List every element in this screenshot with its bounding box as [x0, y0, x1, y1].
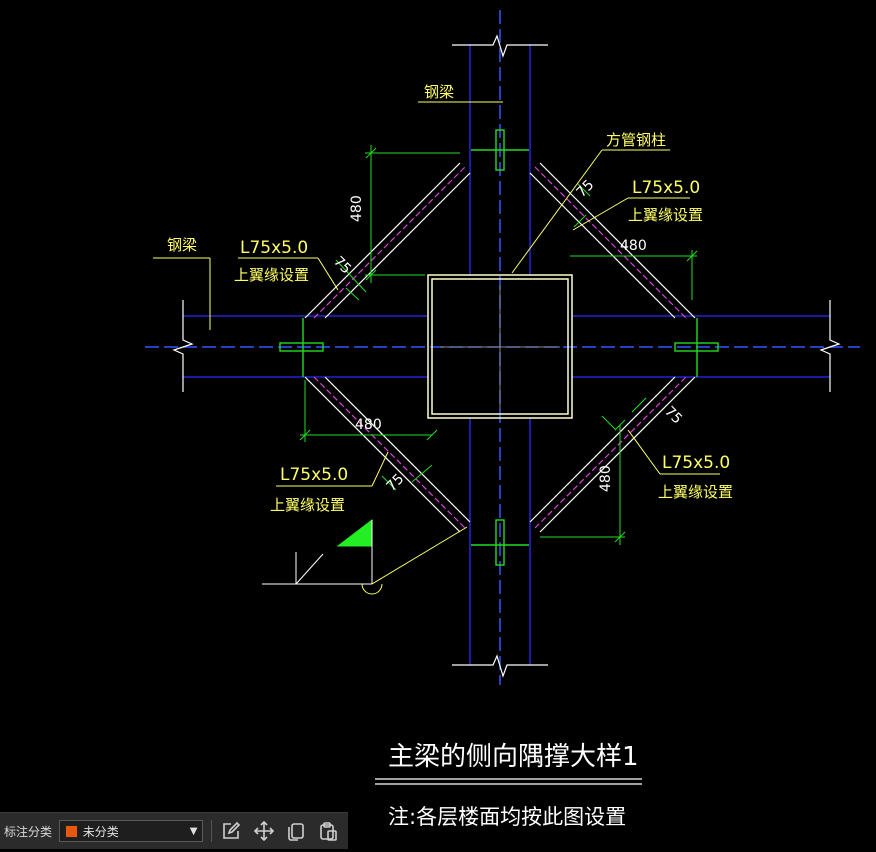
label-flange-tr: 上翼缘设置: [628, 206, 703, 224]
label-flange-l: 上翼缘设置: [234, 266, 309, 284]
label-steel-beam-left: 钢梁: [167, 236, 197, 254]
paste-icon[interactable]: [316, 818, 341, 844]
category-selected-value: 未分类: [82, 824, 119, 839]
move-icon[interactable]: [251, 818, 276, 844]
dim-75-bl: 75: [384, 471, 408, 495]
edit-icon[interactable]: [218, 818, 243, 844]
annotation-category-select[interactable]: 未分类 ▼: [58, 820, 204, 842]
copy-icon[interactable]: [283, 818, 308, 844]
dim-480-br: 480: [598, 465, 614, 492]
label-flange-bl: 上翼缘设置: [270, 496, 345, 514]
leader-lines: [153, 101, 720, 487]
steel-beams: [183, 45, 830, 665]
label-angle-bl: L75x5.0: [280, 465, 348, 485]
annotation-category-label: 标注分类: [4, 824, 53, 839]
label-flange-br: 上翼缘设置: [658, 483, 733, 501]
chevron-down-icon: ▼: [189, 825, 198, 837]
label-steel-beam-top: 钢梁: [424, 83, 454, 101]
dim-480-tl: 480: [349, 195, 365, 222]
break-symbols: [172, 34, 841, 678]
dim-480-tr: 480: [620, 238, 647, 254]
label-angle-l: L75x5.0: [240, 238, 308, 258]
category-color-swatch: [64, 824, 78, 838]
dim-75-tr: 75: [574, 177, 598, 201]
square-tube-column: [427, 274, 573, 419]
label-angle-br: L75x5.0: [662, 453, 730, 473]
weld-symbol: [262, 518, 468, 595]
cad-drawing-canvas[interactable]: 钢梁 方管钢柱 钢梁 L75x5.0 上翼缘设置 L75x5.0 上翼缘设置 L…: [0, 0, 876, 852]
toolbar-divider: [211, 820, 213, 842]
annotation-toolbar: 标注分类 未分类 ▼: [0, 812, 348, 849]
label-column: 方管钢柱: [606, 131, 666, 149]
drawing-title: 主梁的侧向隅撑大样1: [388, 742, 639, 772]
drawing-note: 注:各层楼面均按此图设置: [388, 805, 626, 829]
dim-480-bl: 480: [355, 417, 382, 433]
title-underline: [375, 778, 642, 785]
label-angle-tr: L75x5.0: [632, 178, 700, 198]
dim-75-tl: 75: [330, 254, 354, 278]
